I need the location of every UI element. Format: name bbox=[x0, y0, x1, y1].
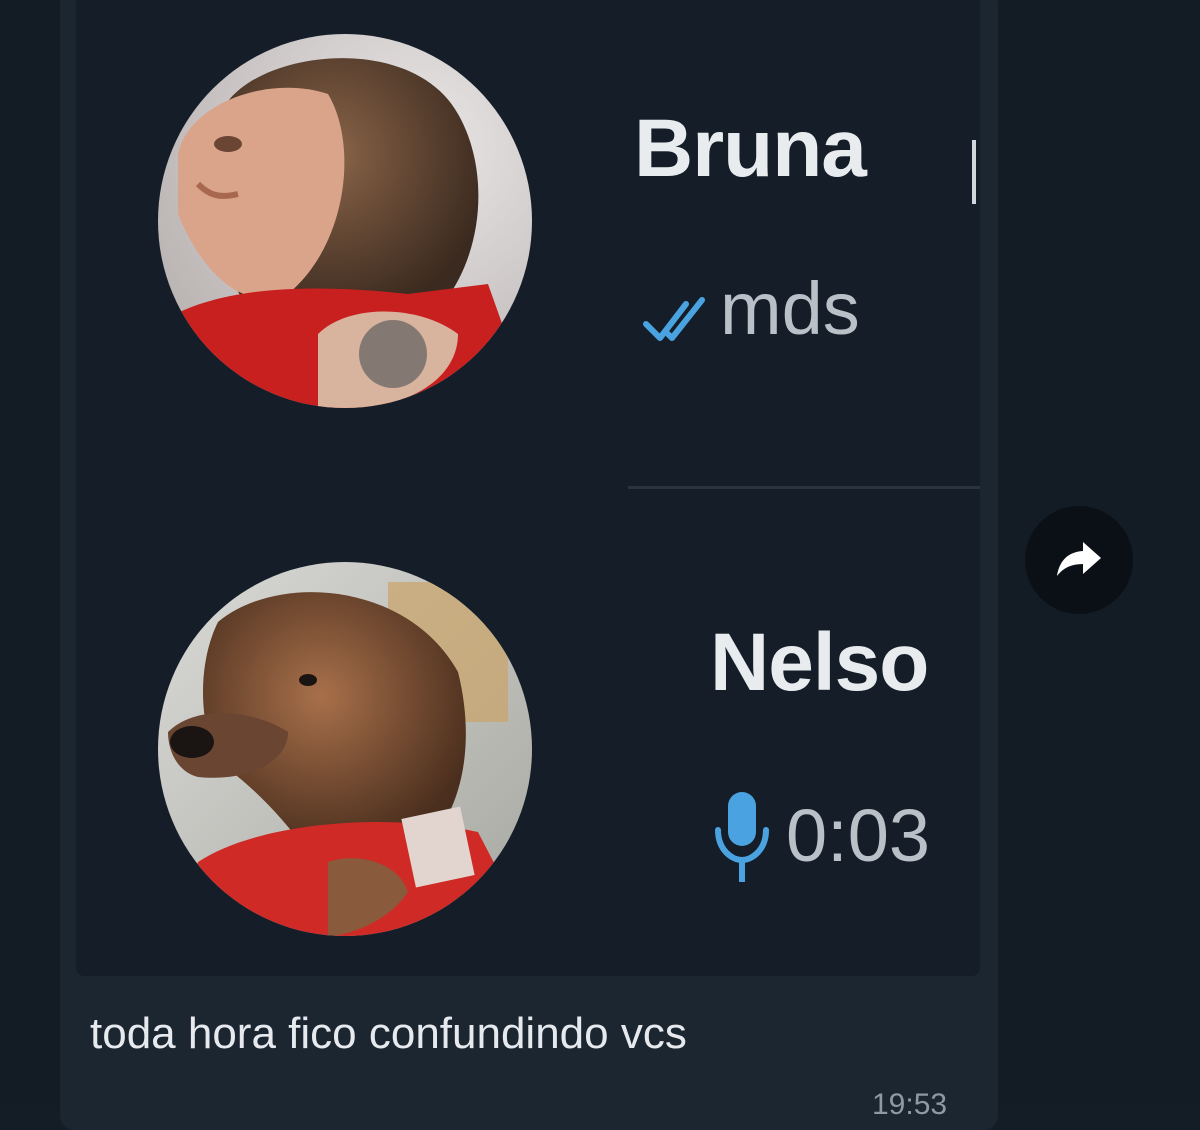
contact-name: Nelso bbox=[710, 617, 929, 708]
shared-contacts-card[interactable]: Bruna mds Nelso 0:03 bbox=[76, 0, 980, 976]
dog-avatar-image bbox=[158, 562, 532, 936]
woman-avatar-image bbox=[158, 34, 532, 408]
voice-duration: 0:03 bbox=[786, 794, 931, 877]
contact-name: Bruna bbox=[634, 103, 867, 194]
contact-item-bruna[interactable]: Bruna mds bbox=[76, 0, 980, 486]
double-check-icon bbox=[642, 284, 710, 341]
forward-button[interactable] bbox=[1025, 506, 1133, 614]
message-time: 19:53 bbox=[872, 1088, 948, 1121]
text-caret bbox=[972, 140, 976, 204]
contact-preview: 0:03 bbox=[712, 786, 930, 886]
microphone-icon bbox=[712, 786, 772, 886]
forward-arrow-icon bbox=[1055, 538, 1103, 583]
contact-item-nelso[interactable]: Nelso 0:03 bbox=[76, 486, 980, 976]
message-text: toda hora fico confundindo vcs bbox=[90, 1009, 687, 1058]
contact-preview: mds bbox=[642, 272, 860, 346]
avatar-bruna[interactable] bbox=[158, 34, 532, 408]
preview-text: mds bbox=[720, 267, 860, 350]
avatar-nelso[interactable] bbox=[158, 562, 532, 936]
